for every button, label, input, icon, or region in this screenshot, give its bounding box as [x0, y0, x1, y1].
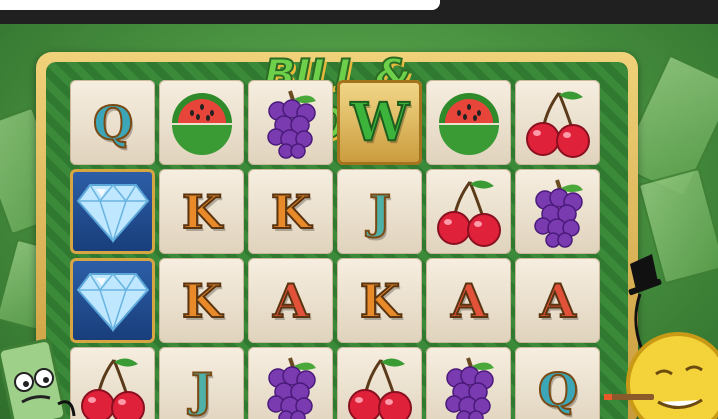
watermelon-icon [159, 80, 244, 165]
symbol-j: J [159, 347, 244, 419]
coin-character [600, 254, 718, 419]
symbol-k: K [248, 169, 333, 254]
symbol-k: K [159, 258, 244, 343]
symbol-a: A [515, 258, 600, 343]
symbol-q: Q [515, 347, 600, 419]
cherry-icon [515, 80, 600, 165]
cherry-icon [426, 169, 511, 254]
diamond-icon [70, 258, 155, 343]
symbol-letter: K [359, 273, 401, 329]
symbol-a: A [426, 258, 511, 343]
cherry-icon [337, 347, 422, 419]
symbol-letter: J [368, 184, 392, 240]
grapes-icon [426, 347, 511, 419]
address-bar[interactable] [0, 0, 440, 10]
symbol-letter: Q [92, 95, 134, 151]
browser-top-bar [0, 0, 718, 24]
symbol-letter: A [539, 273, 577, 329]
cherry-icon [70, 347, 155, 419]
symbol-letter: J [190, 362, 214, 418]
grapes-icon [248, 80, 333, 165]
symbol-q: Q [70, 80, 155, 165]
grapes-icon [248, 347, 333, 419]
symbol-letter: K [181, 273, 223, 329]
watermelon-icon [426, 80, 511, 165]
grapes-icon [515, 169, 600, 254]
symbol-a: A [248, 258, 333, 343]
symbol-letter: Q [537, 362, 579, 418]
symbol-letter: A [272, 273, 310, 329]
symbol-w: W [337, 80, 422, 165]
slot-game-scene: BILL & COIN QWKKJKAKAAJQ [0, 24, 718, 419]
symbol-letter: K [270, 184, 312, 240]
bill-character [0, 324, 80, 419]
symbol-letter: A [450, 273, 488, 329]
symbol-letter: K [181, 184, 223, 240]
symbol-k: K [337, 258, 422, 343]
diamond-icon [70, 169, 155, 254]
symbol-j: J [337, 169, 422, 254]
symbol-letter: W [350, 91, 410, 154]
symbol-k: K [159, 169, 244, 254]
